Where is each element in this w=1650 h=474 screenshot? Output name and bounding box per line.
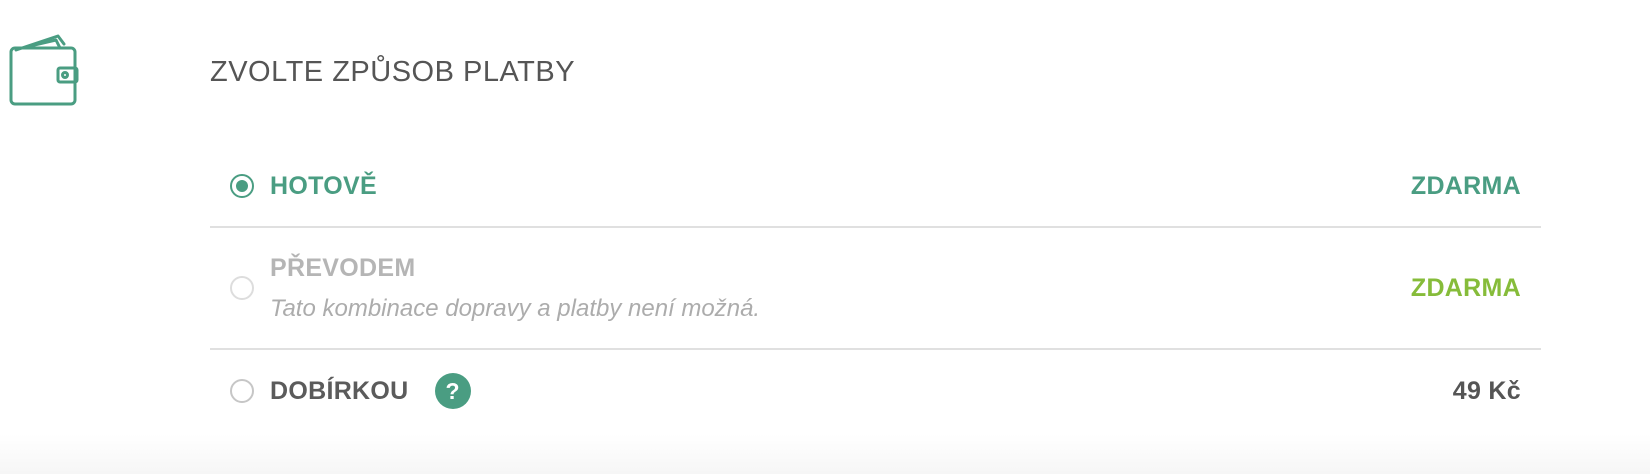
payment-option-hotove[interactable]: HOTOVĚ ZDARMA <box>210 146 1541 228</box>
option-label-block: PŘEVODEM Tato kombinace dopravy a platby… <box>270 254 760 323</box>
payment-option-dobirkou[interactable]: DOBÍRKOU ? 49 Kč <box>210 350 1541 432</box>
question-mark-icon[interactable]: ? <box>434 373 471 409</box>
payment-option-prevodem: PŘEVODEM Tato kombinace dopravy a platby… <box>210 228 1541 350</box>
option-label-prevodem: PŘEVODEM <box>270 253 416 282</box>
option-price-dobirkou: 49 Kč <box>1452 376 1521 405</box>
option-note-prevodem: Tato kombinace dopravy a platby není mož… <box>270 294 761 322</box>
option-label-dobirkou: DOBÍRKOU <box>270 376 409 405</box>
option-price-hotove: ZDARMA <box>1410 171 1521 200</box>
option-price-prevodem: ZDARMA <box>1410 273 1521 302</box>
radio-hotove[interactable] <box>230 174 254 198</box>
bottom-fade <box>0 434 1650 474</box>
payment-options-list: HOTOVĚ ZDARMA PŘEVODEM Tato kombinace do… <box>210 146 1541 432</box>
section-title: ZVOLTE ZPŮSOB PLATBY <box>210 56 576 88</box>
option-label-hotove: HOTOVĚ <box>270 171 377 200</box>
wallet-icon <box>8 34 82 108</box>
option-label-block: HOTOVĚ <box>270 172 377 201</box>
option-label-block: DOBÍRKOU <box>270 377 409 406</box>
radio-prevodem <box>230 276 254 300</box>
radio-dobirkou[interactable] <box>230 379 254 403</box>
